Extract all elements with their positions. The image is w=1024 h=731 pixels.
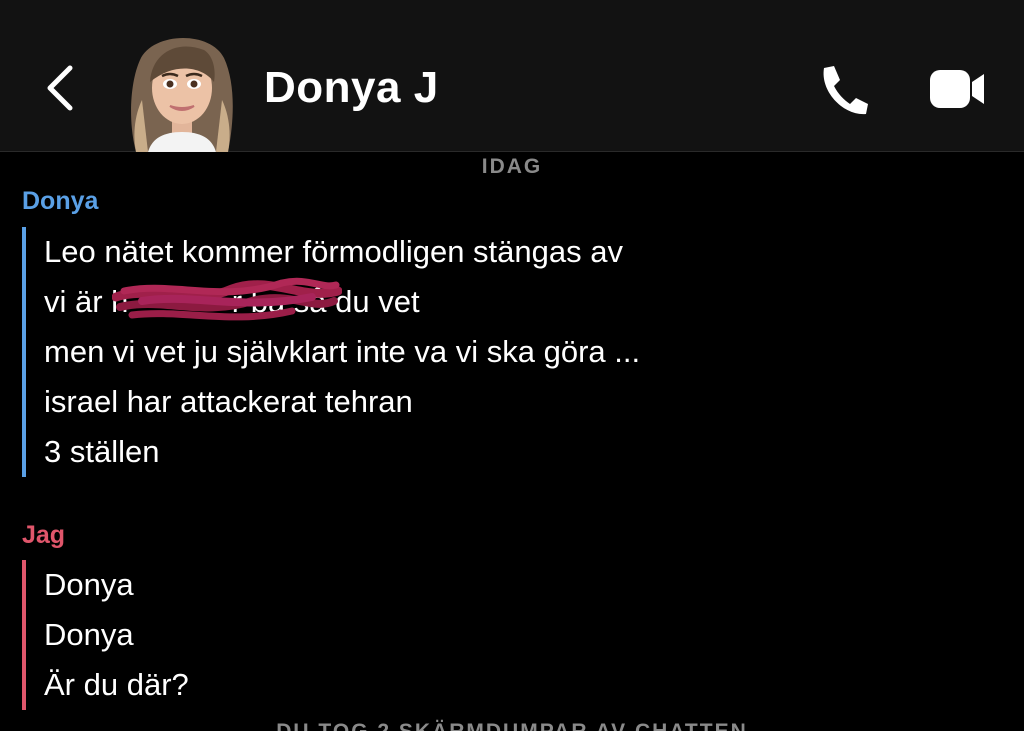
call-button[interactable] (814, 62, 872, 116)
video-call-button[interactable] (928, 66, 988, 112)
chat-screen: Donya J IDAG Donya Leo nätet kommer förm… (0, 0, 1024, 731)
chat-header: Donya J (0, 0, 1024, 152)
sender-label-donya: Donya (22, 187, 99, 215)
message-text[interactable]: Donya (44, 610, 189, 660)
message-group-jag: Donya Donya Är du där? (22, 560, 189, 710)
screenshot-notice: DU TOG 2 SKÄRMDUMPAR AV CHATTEN (0, 718, 1024, 731)
message-text[interactable]: Är du där? (44, 660, 189, 710)
back-button[interactable] (38, 58, 86, 118)
phone-icon (823, 66, 868, 115)
sender-label-jag: Jag (22, 521, 66, 549)
message-text[interactable]: Leo nätet kommer förmodligen stängas av (44, 227, 640, 277)
date-divider: IDAG (481, 155, 543, 178)
message-text[interactable]: Donya (44, 560, 189, 610)
message-text-redacted[interactable]: vi är h r ba så du vet (44, 277, 640, 327)
message-text[interactable]: men vi vet ju självklart inte va vi ska … (44, 327, 640, 377)
message-text[interactable]: 3 ställen (44, 427, 640, 477)
bitmoji-avatar (131, 37, 233, 152)
message-text: vi är h r ba så du vet (44, 284, 420, 319)
message-text[interactable]: israel har attackerat tehran (44, 377, 640, 427)
contact-avatar[interactable] (118, 22, 244, 152)
contact-name[interactable]: Donya J (264, 60, 439, 116)
video-camera-icon (930, 70, 984, 108)
chevron-left-icon (47, 65, 73, 111)
message-group-donya: Leo nätet kommer förmodligen stängas av … (22, 227, 640, 477)
